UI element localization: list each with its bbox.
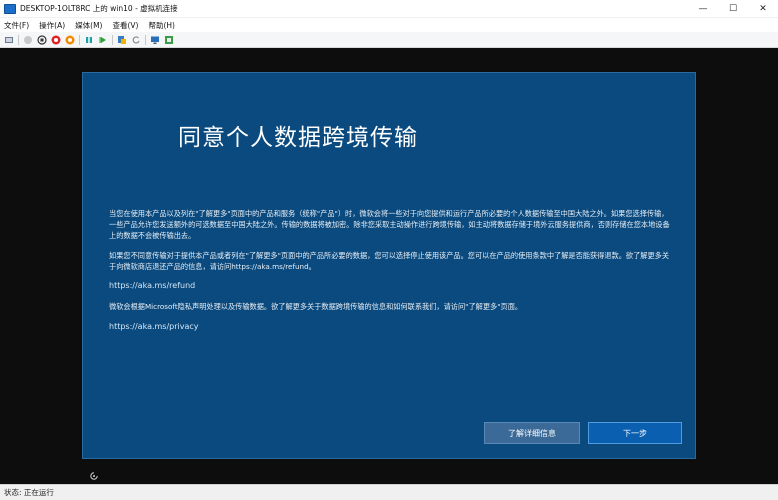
checkpoint-icon[interactable] bbox=[117, 35, 127, 45]
menu-view[interactable]: 查看(V) bbox=[112, 20, 138, 31]
shutdown-icon[interactable] bbox=[51, 35, 61, 45]
menu-media[interactable]: 媒体(M) bbox=[75, 20, 102, 31]
privacy-link[interactable]: https://aka.ms/privacy bbox=[109, 322, 199, 331]
toolbar bbox=[0, 32, 778, 48]
pause-icon[interactable] bbox=[84, 35, 94, 45]
toolbar-separator bbox=[18, 34, 19, 45]
save-state-icon[interactable] bbox=[65, 35, 75, 45]
next-button[interactable]: 下一步 bbox=[588, 422, 682, 444]
share-icon[interactable] bbox=[164, 35, 174, 45]
start-icon[interactable] bbox=[23, 35, 33, 45]
consent-paragraph-2: 如果您不同意传输对于提供本产品或者列在"了解更多"页面中的产品所必要的数据，您可… bbox=[109, 251, 670, 271]
window-title: DESKTOP-1OLT8RC 上的 win10 - 虚拟机连接 bbox=[20, 4, 178, 13]
revert-icon[interactable] bbox=[131, 35, 141, 45]
vm-status: 状态: 正在运行 bbox=[4, 488, 54, 497]
close-button[interactable]: ✕ bbox=[748, 0, 778, 18]
toolbar-separator bbox=[79, 34, 80, 45]
consent-paragraph-3: 微软会根据Microsoft隐私声明处理以及传输数据。欲了解更多关于数据跨境传输… bbox=[109, 302, 523, 311]
menu-file[interactable]: 文件(F) bbox=[4, 20, 29, 31]
menu-bar: 文件(F) 操作(A) 媒体(M) 查看(V) 帮助(H) bbox=[0, 18, 778, 32]
toolbar-separator bbox=[112, 34, 113, 45]
menu-action[interactable]: 操作(A) bbox=[39, 20, 65, 31]
page-title: 同意个人数据跨境传输 bbox=[178, 125, 418, 151]
turn-off-icon[interactable] bbox=[37, 34, 47, 45]
menu-help[interactable]: 帮助(H) bbox=[148, 20, 175, 31]
learn-more-button[interactable]: 了解详细信息 bbox=[484, 422, 580, 444]
status-bar: 状态: 正在运行 bbox=[0, 484, 778, 500]
title-bar: DESKTOP-1OLT8RC 上的 win10 - 虚拟机连接 — ☐ ✕ bbox=[0, 0, 778, 18]
toolbar-separator bbox=[145, 34, 146, 45]
accessibility-icon[interactable] bbox=[89, 466, 99, 480]
refund-link[interactable]: https://aka.ms/refund bbox=[109, 281, 195, 290]
minimize-button[interactable]: — bbox=[688, 0, 718, 18]
enhanced-session-icon[interactable] bbox=[150, 35, 160, 45]
maximize-button[interactable]: ☐ bbox=[718, 0, 748, 18]
ctrl-alt-del-icon[interactable] bbox=[4, 35, 14, 45]
consent-paragraph-1: 当您在使用本产品以及列在"了解更多"页面中的产品和服务（统称"产品"）时，微软会… bbox=[109, 209, 670, 240]
reset-icon[interactable] bbox=[98, 35, 108, 45]
window-controls: — ☐ ✕ bbox=[688, 0, 778, 18]
vm-connection-icon bbox=[4, 3, 16, 14]
